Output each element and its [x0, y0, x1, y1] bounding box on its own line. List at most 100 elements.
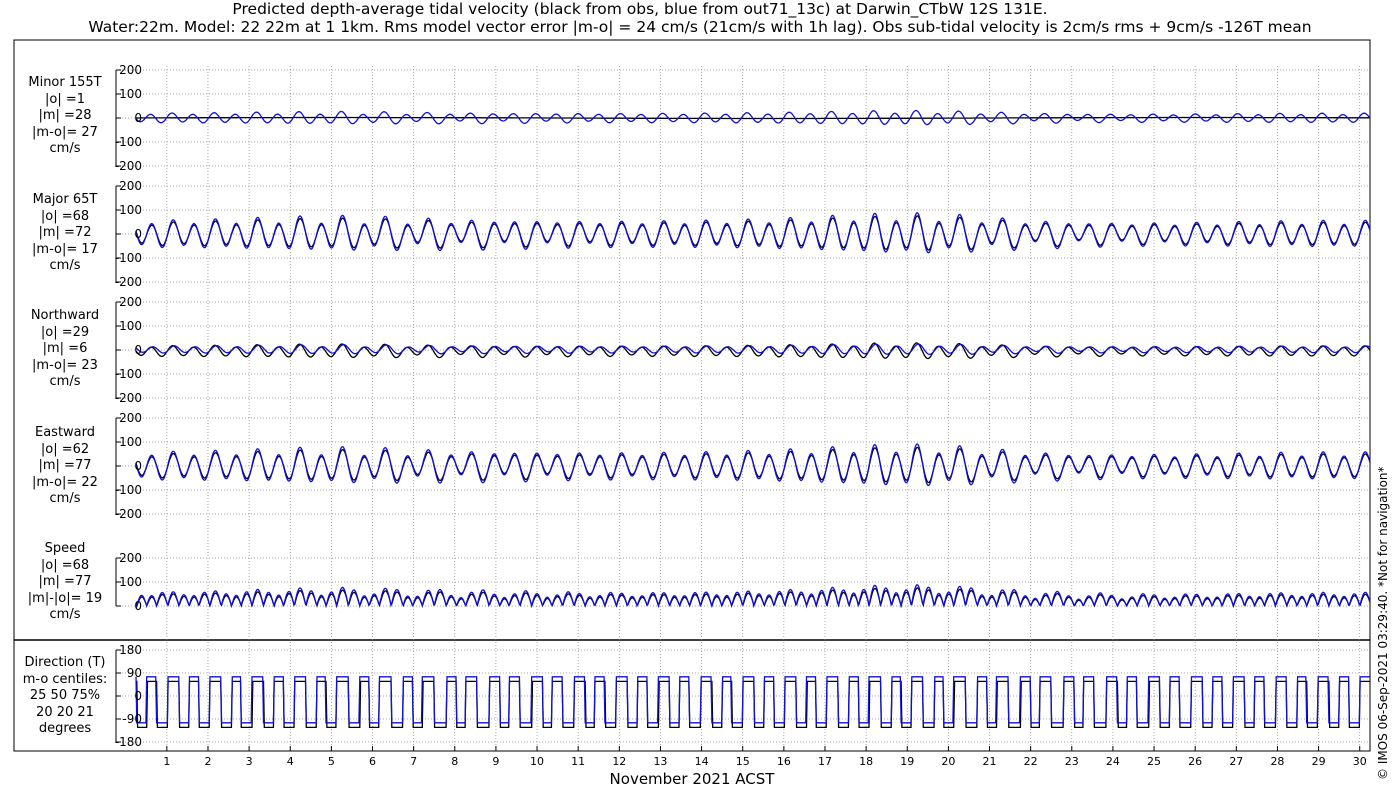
label-line: |m-o|= 17: [32, 241, 98, 257]
y-tick-label: 100: [119, 319, 142, 333]
x-tick-label: 8: [451, 755, 458, 768]
label-line: Speed: [44, 541, 86, 556]
x-tick-label: 3: [246, 755, 253, 768]
label-line: 25 50 75%: [29, 688, 101, 703]
y-tick-label: -100: [115, 135, 142, 149]
label-line: |m|-|o|= 19: [27, 590, 103, 606]
y-tick-label: 100: [119, 203, 142, 217]
label-line: Major 65T: [32, 192, 98, 207]
label-line: cm/s: [49, 374, 81, 389]
label-line: |o| =29: [40, 324, 90, 340]
panel-label-northward: Northward |o| =29 |m| =6 |m-o|= 23 cm/s: [14, 308, 116, 391]
x-tick-label: 25: [1147, 755, 1161, 768]
x-tick-label: 1: [163, 755, 170, 768]
model-line-direction: [135, 676, 1370, 724]
label-line: cm/s: [49, 141, 81, 156]
y-tick-label: 0: [134, 459, 142, 473]
x-tick-label: 20: [941, 755, 955, 768]
model-line-eastward: [135, 443, 1371, 487]
label-line: |m| =6: [42, 341, 88, 356]
label-line: Eastward: [34, 425, 96, 440]
y-tick-label: 200: [119, 411, 142, 425]
y-tick-label: 100: [119, 435, 142, 449]
x-tick-label: 19: [900, 755, 914, 768]
x-tick-label: 6: [369, 755, 376, 768]
label-line: |o| =1: [44, 91, 85, 107]
y-tick-label: 200: [119, 295, 142, 309]
x-tick-label: 17: [818, 755, 832, 768]
y-tick-label: -90: [122, 712, 142, 726]
panel-label-speed: Speed |o| =68 |m| =77 |m|-|o|= 19 cm/s: [14, 541, 116, 624]
label-line: |o| =62: [40, 441, 90, 457]
x-tick-label: 18: [859, 755, 873, 768]
y-tick-label: 200: [119, 179, 142, 193]
x-tick-label: 13: [653, 755, 667, 768]
label-line: |m-o|= 27: [32, 124, 98, 140]
y-tick-label: 0: [134, 689, 142, 703]
tidal-velocity-plot: 1 2 3 4 5 6 7 8 9 10 11 12 13 14 15 16 17 18 19 20 21 22 23 24 2…: [13, 39, 1371, 788]
y-tick-label: -180: [115, 735, 142, 749]
x-tick-label: 2: [204, 755, 211, 768]
y-tick-label: 100: [119, 87, 142, 101]
label-line: 20 20 21: [36, 704, 94, 720]
y-tick-label: 200: [119, 551, 142, 565]
x-tick-label: 28: [1270, 755, 1284, 768]
y-tick-label: 200: [119, 63, 142, 77]
x-tick-label: 21: [983, 755, 997, 768]
x-tick-label: 4: [287, 755, 294, 768]
y-tick-label: -200: [115, 507, 142, 521]
y-tick-label: 100: [119, 575, 142, 589]
label-line: cm/s: [49, 607, 81, 622]
y-tick-label: -200: [115, 159, 142, 173]
plot-frame: [13, 39, 1371, 752]
label-line: |m| =77: [38, 574, 92, 589]
y-tick-label: -200: [115, 275, 142, 289]
x-tick-label: 24: [1106, 755, 1120, 768]
x-tick-label: 14: [695, 755, 709, 768]
label-line: |m| =72: [38, 225, 92, 240]
y-tick-label: 0: [134, 111, 142, 125]
x-tick-label: 26: [1188, 755, 1202, 768]
x-tick-label: 12: [612, 755, 626, 768]
label-line: Minor 155T: [28, 75, 102, 90]
copyright-notice: © IMOS 06-Sep-2021 03:29:40. *Not for na…: [1376, 466, 1390, 780]
x-tick-label: 9: [492, 755, 499, 768]
panel-label-eastward: Eastward |o| =62 |m| =77 |m-o|= 22 cm/s: [14, 425, 116, 508]
label-line: |o| =68: [40, 557, 90, 573]
y-tick-label: -100: [115, 483, 142, 497]
x-tick-label: 29: [1312, 755, 1326, 768]
obs-line-northward: [135, 342, 1371, 360]
series-layer: [135, 109, 1371, 729]
y-tick-label: 0: [134, 599, 142, 613]
label-line: degrees: [38, 721, 92, 736]
label-line: Direction (T): [24, 655, 106, 670]
x-tick-label: 11: [571, 755, 585, 768]
y-tick-label: -100: [115, 251, 142, 265]
panel-label-major: Major 65T |o| =68 |m| =72 |m-o|= 17 cm/s: [14, 192, 116, 275]
grid-layer: [116, 66, 1370, 751]
x-axis-label: November 2021 ACST: [610, 770, 776, 788]
label-line: |m-o|= 22: [32, 474, 98, 490]
panel-label-minor: Minor 155T |o| =1 |m| =28 |m-o|= 27 cm/s: [14, 75, 116, 158]
model-line-major: [135, 212, 1371, 254]
y-tick-label: 90: [127, 666, 142, 680]
x-tick-label: 15: [736, 755, 750, 768]
x-tick-label: 30: [1353, 755, 1367, 768]
y-tick-label: 180: [119, 643, 142, 657]
label-line: m-o centiles:: [22, 671, 108, 687]
label-line: cm/s: [49, 258, 81, 273]
label-line: cm/s: [49, 491, 81, 506]
label-line: Northward: [30, 308, 100, 323]
x-tick-label: 10: [530, 755, 544, 768]
y-tick-label: -100: [115, 367, 142, 381]
model-line-northward: [135, 343, 1371, 356]
x-tick-label: 23: [1065, 755, 1079, 768]
y-tick-label: -200: [115, 391, 142, 405]
x-tick-label: 5: [328, 755, 335, 768]
x-tick-label: 16: [777, 755, 791, 768]
label-line: |m| =28: [38, 108, 92, 123]
panel-label-direction: Direction (T) m-o centiles: 25 50 75% 20…: [14, 655, 116, 738]
label-line: |m-o|= 23: [32, 357, 98, 373]
x-tick-label: 7: [410, 755, 417, 768]
axis-layer: 1 2 3 4 5 6 7 8 9 10 11 12 13 14 15 16 17 18 19 20 21 22 23 24 2…: [115, 63, 1367, 768]
